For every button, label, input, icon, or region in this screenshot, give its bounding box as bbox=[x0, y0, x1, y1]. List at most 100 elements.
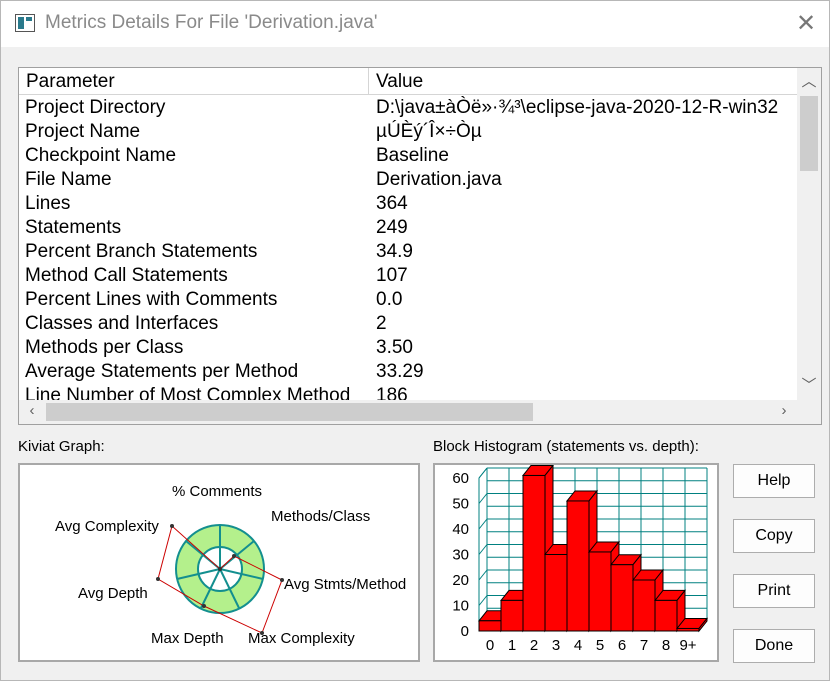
value-cell: 3.50 bbox=[376, 337, 413, 358]
histogram-x-tick-label: 9+ bbox=[679, 637, 696, 654]
histogram-gridline bbox=[478, 544, 488, 555]
scroll-left-arrow-icon[interactable]: ‹ bbox=[23, 402, 41, 422]
table-row[interactable]: Classes and Interfaces 2 bbox=[19, 312, 797, 336]
table-row[interactable]: Checkpoint Name Baseline bbox=[19, 144, 797, 168]
column-header-parameter[interactable]: Parameter bbox=[19, 68, 369, 94]
print-button[interactable]: Print bbox=[733, 574, 815, 608]
table-row[interactable]: Percent Lines with Comments 0.0 bbox=[19, 288, 797, 312]
histogram-x-tick-label: 5 bbox=[596, 637, 604, 654]
horizontal-scrollbar[interactable]: ‹ › bbox=[19, 400, 797, 424]
title-bar: Metrics Details For File 'Derivation.jav… bbox=[1, 1, 829, 47]
metrics-dialog: Metrics Details For File 'Derivation.jav… bbox=[0, 0, 830, 681]
table-row[interactable]: Statements 249 bbox=[19, 216, 797, 240]
help-button[interactable]: Help bbox=[733, 464, 815, 498]
table-row[interactable]: Percent Branch Statements 34.9 bbox=[19, 240, 797, 264]
histogram-gridline bbox=[478, 518, 488, 530]
histogram-y-tick-label: 0 bbox=[461, 623, 469, 640]
histogram-bar bbox=[544, 554, 568, 632]
kiviat-axis-label-avg-depth: Avg Depth bbox=[78, 585, 148, 602]
table-row[interactable]: Method Call Statements 107 bbox=[19, 264, 797, 288]
copy-button[interactable]: Copy bbox=[733, 519, 815, 553]
histogram-gridline bbox=[478, 569, 488, 581]
kiviat-graph-panel: % Comments Methods/Class Avg Stmts/Metho… bbox=[18, 463, 420, 662]
histogram-bar bbox=[654, 599, 678, 632]
histogram-bar bbox=[566, 500, 590, 632]
parameter-cell: Project Name bbox=[25, 121, 141, 142]
kiviat-axis-label-avg-complexity: Avg Complexity bbox=[55, 518, 159, 535]
value-cell: D:\java±àÒë»·¾³\eclipse-java-2020-12-R-w… bbox=[376, 97, 779, 118]
scroll-right-arrow-icon[interactable]: › bbox=[775, 402, 793, 422]
histogram-y-tick-label: 20 bbox=[452, 572, 469, 589]
table-row[interactable]: File Name Derivation.java bbox=[19, 168, 797, 192]
histogram-x-tick-label: 6 bbox=[618, 637, 626, 654]
kiviat-graph-label: Kiviat Graph: bbox=[18, 438, 105, 455]
table-row[interactable]: Lines 364 bbox=[19, 192, 797, 216]
histogram-x-tick-label: 0 bbox=[486, 637, 494, 654]
kiviat-axis-label-max-complexity: Max Complexity bbox=[248, 630, 355, 647]
value-cell: 2 bbox=[376, 313, 387, 334]
value-cell: 364 bbox=[376, 193, 408, 214]
window-title: Metrics Details For File 'Derivation.jav… bbox=[45, 12, 378, 33]
kiviat-axis-label-methods-class: Methods/Class bbox=[271, 508, 370, 525]
value-cell: 249 bbox=[376, 217, 408, 238]
block-histogram-label: Block Histogram (statements vs. depth): bbox=[433, 438, 699, 455]
table-row[interactable]: Average Statements per Method 33.29 bbox=[19, 360, 797, 384]
histogram-bar bbox=[522, 474, 546, 632]
vertical-scroll-thumb[interactable] bbox=[800, 96, 818, 171]
value-cell: 33.29 bbox=[376, 361, 424, 382]
table-row[interactable]: Line Number of Most Complex Method 186 bbox=[19, 384, 797, 400]
value-cell: Derivation.java bbox=[376, 169, 502, 190]
histogram-bar bbox=[676, 627, 700, 632]
parameter-cell: File Name bbox=[25, 169, 112, 190]
parameter-cell: Project Directory bbox=[25, 97, 166, 118]
histogram-bar bbox=[610, 564, 634, 632]
parameter-cell: Method Call Statements bbox=[25, 265, 228, 286]
histogram-y-tick-label: 40 bbox=[452, 521, 469, 538]
value-cell: 34.9 bbox=[376, 241, 413, 262]
histogram-y-tick-label: 10 bbox=[452, 598, 469, 615]
table-header: Parameter Value bbox=[19, 68, 797, 95]
histogram-x-tick-label: 4 bbox=[574, 637, 582, 654]
histogram-y-tick-label: 30 bbox=[452, 547, 469, 564]
parameter-cell: Lines bbox=[25, 193, 71, 214]
table-row[interactable]: Project Directory D:\java±àÒë»·¾³\eclipse… bbox=[19, 96, 797, 120]
parameter-cell: Percent Lines with Comments bbox=[25, 289, 278, 310]
parameter-cell: Line Number of Most Complex Method bbox=[25, 385, 351, 400]
histogram-y-tick-label: 60 bbox=[452, 470, 469, 487]
histogram-x-tick-label: 2 bbox=[530, 637, 538, 654]
histogram-x-tick-label: 1 bbox=[508, 637, 516, 654]
parameter-cell: Checkpoint Name bbox=[25, 145, 177, 166]
table-body: Project Directory D:\java±àÒë»·¾³\eclipse… bbox=[19, 96, 797, 400]
kiviat-axis-label-avg-stmts-method: Avg Stmts/Method bbox=[284, 576, 406, 593]
scroll-up-arrow-icon[interactable]: ︿ bbox=[797, 70, 821, 90]
parameter-cell: Statements bbox=[25, 217, 122, 238]
histogram-gridline bbox=[478, 493, 488, 504]
value-cell: 0.0 bbox=[376, 289, 403, 310]
histogram-gridline bbox=[478, 467, 488, 479]
table-row[interactable]: Project Name µÚÈý´Î×÷Òµ bbox=[19, 120, 797, 144]
column-header-value[interactable]: Value bbox=[369, 68, 797, 94]
vertical-scrollbar[interactable]: ︿ ﹀ bbox=[797, 68, 821, 400]
parameter-cell: Average Statements per Method bbox=[25, 361, 299, 382]
kiviat-graph: % Comments Methods/Class Avg Stmts/Metho… bbox=[55, 483, 406, 647]
histogram-y-tick-label: 50 bbox=[452, 496, 469, 513]
value-cell: µÚÈý´Î×÷Òµ bbox=[376, 121, 482, 142]
value-cell: 186 bbox=[376, 385, 408, 400]
horizontal-scroll-thumb[interactable] bbox=[46, 403, 533, 421]
histogram-bar bbox=[500, 599, 524, 632]
value-cell: 107 bbox=[376, 265, 408, 286]
table-row[interactable]: Methods per Class 3.50 bbox=[19, 336, 797, 360]
histogram-x-tick-label: 3 bbox=[552, 637, 560, 654]
metrics-table[interactable]: Parameter Value Project Directory D:\java… bbox=[18, 67, 822, 425]
histogram-gridline bbox=[478, 595, 488, 606]
parameter-cell: Percent Branch Statements bbox=[25, 241, 258, 262]
done-button[interactable]: Done bbox=[733, 629, 815, 663]
parameter-cell: Classes and Interfaces bbox=[25, 313, 219, 334]
close-icon[interactable]: ✕ bbox=[791, 9, 821, 39]
histogram-bar bbox=[478, 620, 502, 632]
block-histogram-chart: 01020304050600 1 2 3 4 5 6 7 8 9+ bbox=[452, 464, 709, 654]
scroll-down-arrow-icon[interactable]: ﹀ bbox=[797, 374, 821, 394]
histogram-x-tick-label: 7 bbox=[640, 637, 648, 654]
histogram-panel: 0 10 20 30 40 50 60 0 1 2 3 4 5 6 7 8 9+ bbox=[433, 463, 719, 662]
parameter-cell: Methods per Class bbox=[25, 337, 184, 358]
